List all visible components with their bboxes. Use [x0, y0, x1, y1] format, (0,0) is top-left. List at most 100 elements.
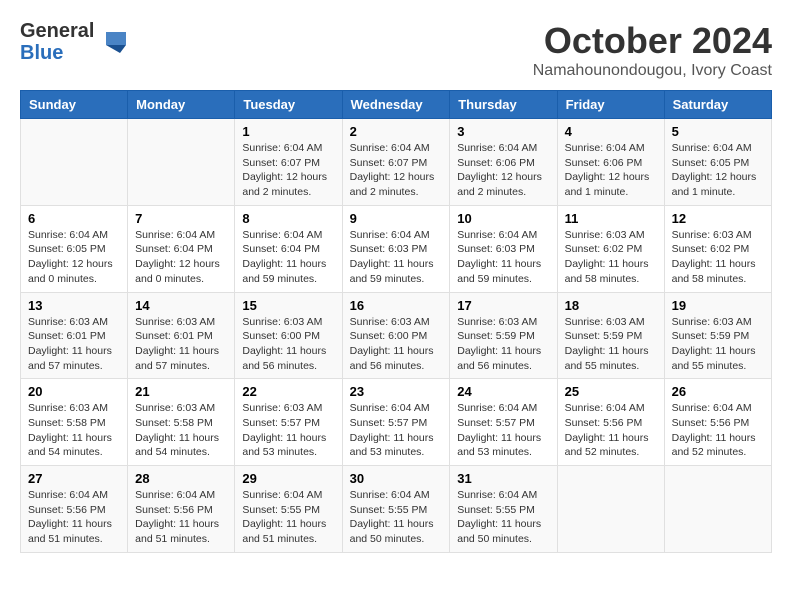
day-number: 16: [350, 298, 443, 313]
calendar-cell: 22 Sunrise: 6:03 AMSunset: 5:57 PMDayligh…: [235, 379, 342, 466]
day-number: 10: [457, 211, 549, 226]
weekday-header: Wednesday: [342, 91, 450, 119]
calendar-cell: 24 Sunrise: 6:04 AMSunset: 5:57 PMDayligh…: [450, 379, 557, 466]
day-number: 5: [672, 124, 764, 139]
calendar-cell: 1 Sunrise: 6:04 AMSunset: 6:07 PMDaylight…: [235, 119, 342, 206]
day-number: 24: [457, 384, 549, 399]
day-info: Sunrise: 6:04 AMSunset: 6:03 PMDaylight:…: [350, 228, 443, 287]
day-info: Sunrise: 6:04 AMSunset: 5:56 PMDaylight:…: [672, 401, 764, 460]
calendar-cell: 28Sunrise: 6:04 AMSunset: 5:56 PMDayligh…: [128, 466, 235, 553]
calendar-cell: 21 Sunrise: 6:03 AMSunset: 5:58 PMDayligh…: [128, 379, 235, 466]
calendar-cell: 3Sunrise: 6:04 AMSunset: 6:06 PMDaylight…: [450, 119, 557, 206]
day-info: Sunrise: 6:04 AMSunset: 5:56 PMDaylight:…: [565, 401, 657, 460]
day-info: Sunrise: 6:04 AMSunset: 5:57 PMDaylight:…: [457, 401, 549, 460]
day-number: 20: [28, 384, 120, 399]
day-info: Sunrise: 6:04 AMSunset: 6:07 PMDaylight:…: [242, 141, 334, 200]
day-info: Sunrise: 6:04 AMSunset: 6:05 PMDaylight:…: [28, 228, 120, 287]
calendar-week-row: 20 Sunrise: 6:03 AMSunset: 5:58 PMDayligh…: [21, 379, 772, 466]
calendar-cell: 6 Sunrise: 6:04 AMSunset: 6:05 PMDaylight…: [21, 205, 128, 292]
day-number: 25: [565, 384, 657, 399]
calendar-cell: 18 Sunrise: 6:03 AMSunset: 5:59 PMDayligh…: [557, 292, 664, 379]
title-area: October 2024 Namahounondougou, Ivory Coa…: [533, 20, 772, 80]
calendar-header: SundayMondayTuesdayWednesdayThursdayFrid…: [21, 91, 772, 119]
logo-general: General: [20, 20, 94, 42]
calendar-cell: 7 Sunrise: 6:04 AMSunset: 6:04 PMDaylight…: [128, 205, 235, 292]
day-number: 12: [672, 211, 764, 226]
calendar-cell: 26 Sunrise: 6:04 AMSunset: 5:56 PMDayligh…: [664, 379, 771, 466]
calendar-cell: 4Sunrise: 6:04 AMSunset: 6:06 PMDaylight…: [557, 119, 664, 206]
calendar-week-row: 1 Sunrise: 6:04 AMSunset: 6:07 PMDaylight…: [21, 119, 772, 206]
calendar-cell: 27Sunrise: 6:04 AMSunset: 5:56 PMDayligh…: [21, 466, 128, 553]
day-number: 9: [350, 211, 443, 226]
calendar-cell: 23 Sunrise: 6:04 AMSunset: 5:57 PMDayligh…: [342, 379, 450, 466]
calendar-cell: 20 Sunrise: 6:03 AMSunset: 5:58 PMDayligh…: [21, 379, 128, 466]
day-number: 22: [242, 384, 334, 399]
day-info: Sunrise: 6:03 AMSunset: 5:59 PMDaylight:…: [457, 315, 549, 374]
day-info: Sunrise: 6:04 AMSunset: 5:55 PMDaylight:…: [350, 488, 443, 547]
day-info: Sunrise: 6:04 AMSunset: 6:06 PMDaylight:…: [457, 141, 549, 200]
calendar-cell: 15 Sunrise: 6:03 AMSunset: 6:00 PMDayligh…: [235, 292, 342, 379]
calendar-cell: 14 Sunrise: 6:03 AMSunset: 6:01 PMDayligh…: [128, 292, 235, 379]
calendar-table: SundayMondayTuesdayWednesdayThursdayFrid…: [20, 90, 772, 553]
calendar-cell: [557, 466, 664, 553]
day-info: Sunrise: 6:04 AMSunset: 5:55 PMDaylight:…: [457, 488, 549, 547]
calendar-cell: [21, 119, 128, 206]
weekday-header: Saturday: [664, 91, 771, 119]
day-number: 23: [350, 384, 443, 399]
day-info: Sunrise: 6:04 AMSunset: 5:57 PMDaylight:…: [350, 401, 443, 460]
day-number: 6: [28, 211, 120, 226]
day-info: Sunrise: 6:03 AMSunset: 5:57 PMDaylight:…: [242, 401, 334, 460]
day-info: Sunrise: 6:03 AMSunset: 5:58 PMDaylight:…: [135, 401, 227, 460]
calendar-week-row: 13Sunrise: 6:03 AMSunset: 6:01 PMDayligh…: [21, 292, 772, 379]
day-number: 26: [672, 384, 764, 399]
day-number: 11: [565, 211, 657, 226]
day-number: 17: [457, 298, 549, 313]
day-info: Sunrise: 6:03 AMSunset: 6:02 PMDaylight:…: [565, 228, 657, 287]
day-info: Sunrise: 6:04 AMSunset: 6:05 PMDaylight:…: [672, 141, 764, 200]
day-number: 18: [565, 298, 657, 313]
day-number: 8: [242, 211, 334, 226]
calendar-cell: 25 Sunrise: 6:04 AMSunset: 5:56 PMDayligh…: [557, 379, 664, 466]
logo-blue: Blue: [20, 42, 94, 64]
day-info: Sunrise: 6:03 AMSunset: 6:01 PMDaylight:…: [135, 315, 227, 374]
calendar-cell: [128, 119, 235, 206]
day-info: Sunrise: 6:03 AMSunset: 5:59 PMDaylight:…: [565, 315, 657, 374]
day-number: 1: [242, 124, 334, 139]
weekday-row: SundayMondayTuesdayWednesdayThursdayFrid…: [21, 91, 772, 119]
day-info: Sunrise: 6:03 AMSunset: 5:59 PMDaylight:…: [672, 315, 764, 374]
calendar-cell: 11 Sunrise: 6:03 AMSunset: 6:02 PMDayligh…: [557, 205, 664, 292]
day-info: Sunrise: 6:03 AMSunset: 6:00 PMDaylight:…: [350, 315, 443, 374]
day-number: 27: [28, 471, 120, 486]
day-info: Sunrise: 6:04 AMSunset: 6:07 PMDaylight:…: [350, 141, 443, 200]
month-title: October 2024: [533, 20, 772, 62]
day-info: Sunrise: 6:03 AMSunset: 5:58 PMDaylight:…: [28, 401, 120, 460]
day-info: Sunrise: 6:03 AMSunset: 6:00 PMDaylight:…: [242, 315, 334, 374]
day-number: 30: [350, 471, 443, 486]
calendar-cell: 12 Sunrise: 6:03 AMSunset: 6:02 PMDayligh…: [664, 205, 771, 292]
calendar-cell: 16 Sunrise: 6:03 AMSunset: 6:00 PMDayligh…: [342, 292, 450, 379]
calendar-cell: 2 Sunrise: 6:04 AMSunset: 6:07 PMDaylight…: [342, 119, 450, 206]
day-info: Sunrise: 6:04 AMSunset: 5:55 PMDaylight:…: [242, 488, 334, 547]
calendar-cell: [664, 466, 771, 553]
calendar-body: 1 Sunrise: 6:04 AMSunset: 6:07 PMDaylight…: [21, 119, 772, 553]
day-number: 2: [350, 124, 443, 139]
calendar-week-row: 6 Sunrise: 6:04 AMSunset: 6:05 PMDaylight…: [21, 205, 772, 292]
logo: General Blue: [20, 20, 128, 64]
day-info: Sunrise: 6:03 AMSunset: 6:01 PMDaylight:…: [28, 315, 120, 374]
day-number: 14: [135, 298, 227, 313]
day-info: Sunrise: 6:03 AMSunset: 6:02 PMDaylight:…: [672, 228, 764, 287]
calendar-cell: 10Sunrise: 6:04 AMSunset: 6:03 PMDayligh…: [450, 205, 557, 292]
day-number: 7: [135, 211, 227, 226]
day-info: Sunrise: 6:04 AMSunset: 5:56 PMDaylight:…: [135, 488, 227, 547]
day-number: 21: [135, 384, 227, 399]
day-info: Sunrise: 6:04 AMSunset: 6:06 PMDaylight:…: [565, 141, 657, 200]
day-number: 15: [242, 298, 334, 313]
calendar-cell: 17 Sunrise: 6:03 AMSunset: 5:59 PMDayligh…: [450, 292, 557, 379]
day-number: 31: [457, 471, 549, 486]
day-info: Sunrise: 6:04 AMSunset: 6:04 PMDaylight:…: [135, 228, 227, 287]
calendar-cell: 9 Sunrise: 6:04 AMSunset: 6:03 PMDaylight…: [342, 205, 450, 292]
calendar-cell: 5 Sunrise: 6:04 AMSunset: 6:05 PMDaylight…: [664, 119, 771, 206]
calendar-cell: 19Sunrise: 6:03 AMSunset: 5:59 PMDayligh…: [664, 292, 771, 379]
page-header: General Blue October 2024 Namahounondoug…: [20, 20, 772, 80]
calendar-cell: 13Sunrise: 6:03 AMSunset: 6:01 PMDayligh…: [21, 292, 128, 379]
